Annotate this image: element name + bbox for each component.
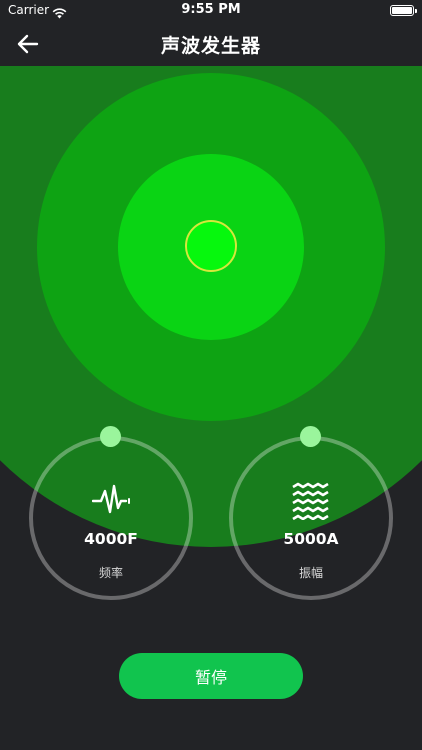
amplitude-dial-handle[interactable] [300,426,321,447]
back-button[interactable] [16,30,56,58]
status-bar: Carrier 9:55 PM [0,0,422,22]
amplitude-label: 振幅 [298,566,323,580]
navigation-bar: 声波发生器 [0,22,422,66]
frequency-dial[interactable]: 4000F 频率 [29,426,193,600]
status-time: 9:55 PM [181,2,241,17]
pause-button[interactable]: 暂停 [119,653,303,699]
frequency-label: 频率 [98,566,123,580]
amplitude-dial[interactable]: 5000A 振幅 [229,426,393,600]
amplitude-value: 5000A [283,530,339,548]
sound-wave-visualizer: 4000F 频率 5000A 振幅 暂停 [0,66,422,750]
zigzag-waves-icon [292,482,329,520]
page-title: 声波发生器 [160,35,261,57]
waveform-pulse-icon [92,484,130,514]
frequency-dial-handle[interactable] [100,426,121,447]
battery-icon [390,5,417,16]
wave-source-core[interactable] [185,220,237,272]
frequency-value: 4000F [84,530,138,548]
arrow-left-icon [17,34,39,54]
